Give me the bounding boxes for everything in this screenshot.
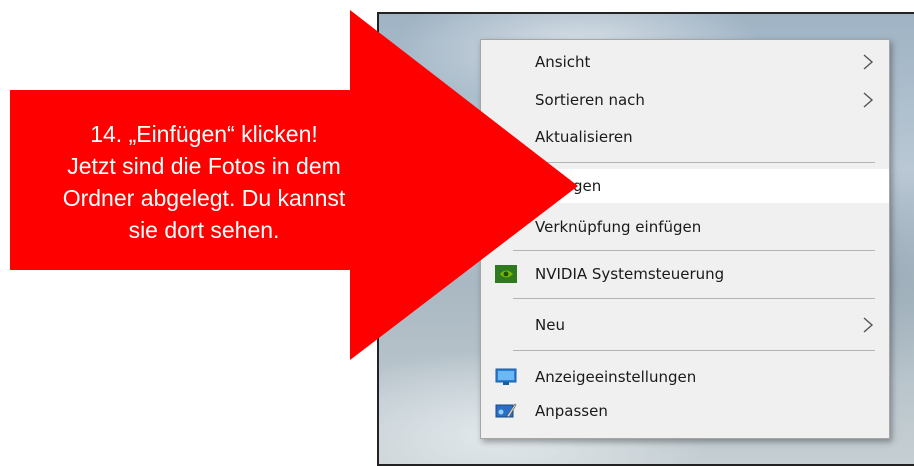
callout-line: 14. „Einfügen“ klicken! <box>90 121 318 147</box>
callout-line: Ordner abgelegt. Du kannst <box>62 185 346 211</box>
callout-line: Jetzt sind die Fotos in dem <box>67 153 341 179</box>
callout-text: 14. „Einfügen“ klicken! Jetzt sind die F… <box>14 118 394 246</box>
callout-line: sie dort sehen. <box>128 217 280 243</box>
